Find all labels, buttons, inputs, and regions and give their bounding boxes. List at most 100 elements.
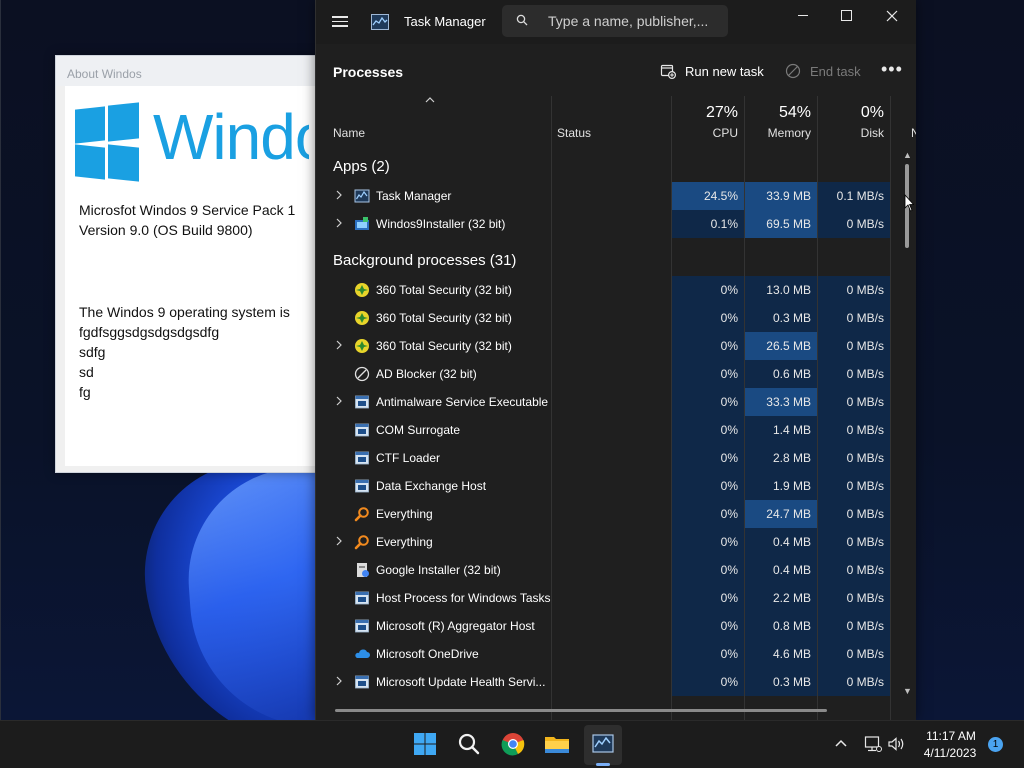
chrome-icon[interactable] (498, 729, 528, 759)
volume-icon[interactable] (887, 735, 907, 753)
file-explorer-icon[interactable] (542, 729, 572, 759)
description-line: sdfg (79, 344, 106, 360)
run-new-task-label: Run new task (685, 63, 764, 79)
process-row[interactable]: AD Blocker (32 bit) 0% 0.6 MB 0 MB/s (316, 360, 904, 388)
group-header-background: Background processes (31) (333, 252, 517, 269)
column-header-disk[interactable]: Disk (824, 126, 884, 140)
scroll-down-icon[interactable]: ▼ (903, 686, 912, 696)
disk-total-percent[interactable]: 0% (824, 104, 884, 122)
close-button[interactable] (869, 4, 915, 28)
cpu-total-percent[interactable]: 27% (678, 104, 738, 122)
version-info: Microsfot Windos 9 Service Pack 1 Versio… (79, 200, 295, 240)
hamburger-menu-icon[interactable] (332, 14, 348, 28)
process-row[interactable]: 360 Total Security (32 bit) 0% 0.3 MB 0 MB/… (316, 304, 904, 332)
task-manager-icon (371, 14, 389, 30)
maximize-button[interactable] (823, 4, 869, 28)
sort-ascending-icon[interactable] (424, 96, 436, 106)
process-row[interactable]: Microsoft Update Health Servi... 0% 0.3 MB… (316, 668, 904, 696)
cpu-cell: 0% (672, 388, 744, 416)
memory-cell: 2.8 MB (745, 444, 817, 472)
horizontal-scrollbar[interactable] (335, 709, 827, 712)
close-icon (886, 10, 898, 22)
search-icon[interactable] (454, 729, 484, 759)
everything-search-icon (354, 507, 369, 522)
disk-cell: 0 MB/s (818, 500, 890, 528)
end-task-button[interactable]: End task (785, 60, 861, 82)
onedrive-icon (355, 649, 370, 658)
disk-cell: 0 MB/s (818, 668, 890, 696)
column-header-network[interactable]: N (911, 126, 916, 140)
service-window-icon (355, 479, 369, 493)
search-box[interactable] (502, 5, 728, 37)
process-row[interactable]: CTF Loader 0% 2.8 MB 0 MB/s (316, 444, 904, 472)
disk-cell: 0 MB/s (818, 584, 890, 612)
process-row[interactable]: 360 Total Security (32 bit) 0% 26.5 MB 0 MB… (316, 332, 904, 360)
vertical-scrollbar[interactable]: ▲ ▼ (901, 146, 915, 706)
about-window[interactable]: About Windos Windo Microsfot Windos 9 Se… (55, 55, 319, 473)
process-name: Task Manager (376, 189, 452, 203)
clock-time[interactable]: 11:17 AM (921, 729, 981, 743)
process-name: Windos9Installer (32 bit) (376, 217, 506, 231)
task-manager-icon (354, 189, 370, 203)
process-row[interactable]: Windos9Installer (32 bit) 0.1% 69.5 MB 0 MB… (316, 210, 904, 238)
process-row[interactable]: Everything 0% 24.7 MB 0 MB/s (316, 500, 904, 528)
minimize-button[interactable] (780, 4, 826, 28)
disk-cell: 0 MB/s (818, 388, 890, 416)
chevron-up-icon[interactable] (834, 738, 848, 750)
column-header-cpu[interactable]: CPU (678, 126, 738, 140)
column-header-name[interactable]: Name (333, 126, 365, 140)
memory-cell: 0.3 MB (745, 668, 817, 696)
cpu-cell: 0.1% (672, 210, 744, 238)
process-name: Microsoft Update Health Servi... (376, 675, 546, 689)
more-options-button[interactable]: ••• (881, 60, 903, 78)
clock-date[interactable]: 4/11/2023 (917, 746, 983, 760)
task-manager-icon[interactable] (588, 729, 618, 759)
cpu-cell: 0% (672, 444, 744, 472)
search-input[interactable] (548, 5, 718, 37)
scroll-up-icon[interactable]: ▲ (903, 150, 912, 160)
windows-start-icon[interactable] (410, 729, 440, 759)
version-number: Version 9.0 (OS Build 9800) (79, 222, 253, 238)
memory-cell: 0.4 MB (745, 556, 817, 584)
network-icon[interactable] (864, 735, 882, 753)
expand-chevron-icon[interactable] (335, 396, 343, 406)
memory-cell: 2.2 MB (745, 584, 817, 612)
description-line: The Windos 9 operating system is (79, 304, 290, 320)
disk-cell: 0 MB/s (818, 444, 890, 472)
expand-chevron-icon[interactable] (335, 190, 343, 200)
process-row[interactable]: Host Process for Windows Tasks 0% 2.2 MB 0 … (316, 584, 904, 612)
mouse-cursor-icon (904, 194, 914, 212)
about-window-body: Windo Microsfot Windos 9 Service Pack 1 … (65, 86, 318, 466)
process-row[interactable]: 360 Total Security (32 bit) 0% 13.0 MB 0 MB… (316, 276, 904, 304)
end-task-label: End task (810, 63, 861, 79)
process-row[interactable]: Microsoft (R) Aggregator Host 0% 0.8 MB 0 M… (316, 612, 904, 640)
cpu-cell: 0% (672, 360, 744, 388)
process-row[interactable]: Data Exchange Host 0% 1.9 MB 0 MB/s (316, 472, 904, 500)
memory-cell: 33.9 MB (745, 182, 817, 210)
memory-total-percent[interactable]: 54% (751, 104, 811, 122)
process-row[interactable]: Antimalware Service Executable 0% 33.3 MB 0… (316, 388, 904, 416)
process-row[interactable]: Task Manager 24.5% 33.9 MB 0.1 MB/s (316, 182, 904, 210)
process-row[interactable]: COM Surrogate 0% 1.4 MB 0 MB/s (316, 416, 904, 444)
process-row[interactable]: Microsoft OneDrive 0% 4.6 MB 0 MB/s (316, 640, 904, 668)
title-bar[interactable]: Task Manager (316, 0, 916, 44)
processes-toolbar: Processes Run new task End task ••• (316, 44, 916, 96)
column-header-status[interactable]: Status (557, 126, 591, 140)
expand-chevron-icon[interactable] (335, 340, 343, 350)
360-security-icon (355, 283, 369, 297)
memory-cell: 69.5 MB (745, 210, 817, 238)
run-new-task-button[interactable]: Run new task (660, 60, 764, 82)
column-header-memory[interactable]: Memory (751, 126, 811, 140)
task-manager-window: Task Manager Processes (315, 0, 916, 720)
process-row[interactable]: Everything 0% 0.4 MB 0 MB/s (316, 528, 904, 556)
memory-cell: 13.0 MB (745, 276, 817, 304)
expand-chevron-icon[interactable] (335, 536, 343, 546)
process-name: Data Exchange Host (376, 479, 487, 493)
process-name: 360 Total Security (32 bit) (376, 283, 512, 297)
active-app-indicator (596, 763, 610, 766)
expand-chevron-icon[interactable] (335, 218, 343, 228)
expand-chevron-icon[interactable] (335, 676, 343, 686)
notification-badge[interactable]: 1 (988, 737, 1003, 752)
process-row[interactable]: Google Installer (32 bit) 0% 0.4 MB 0 MB/s (316, 556, 904, 584)
about-window-title[interactable]: About Windos (56, 56, 318, 86)
